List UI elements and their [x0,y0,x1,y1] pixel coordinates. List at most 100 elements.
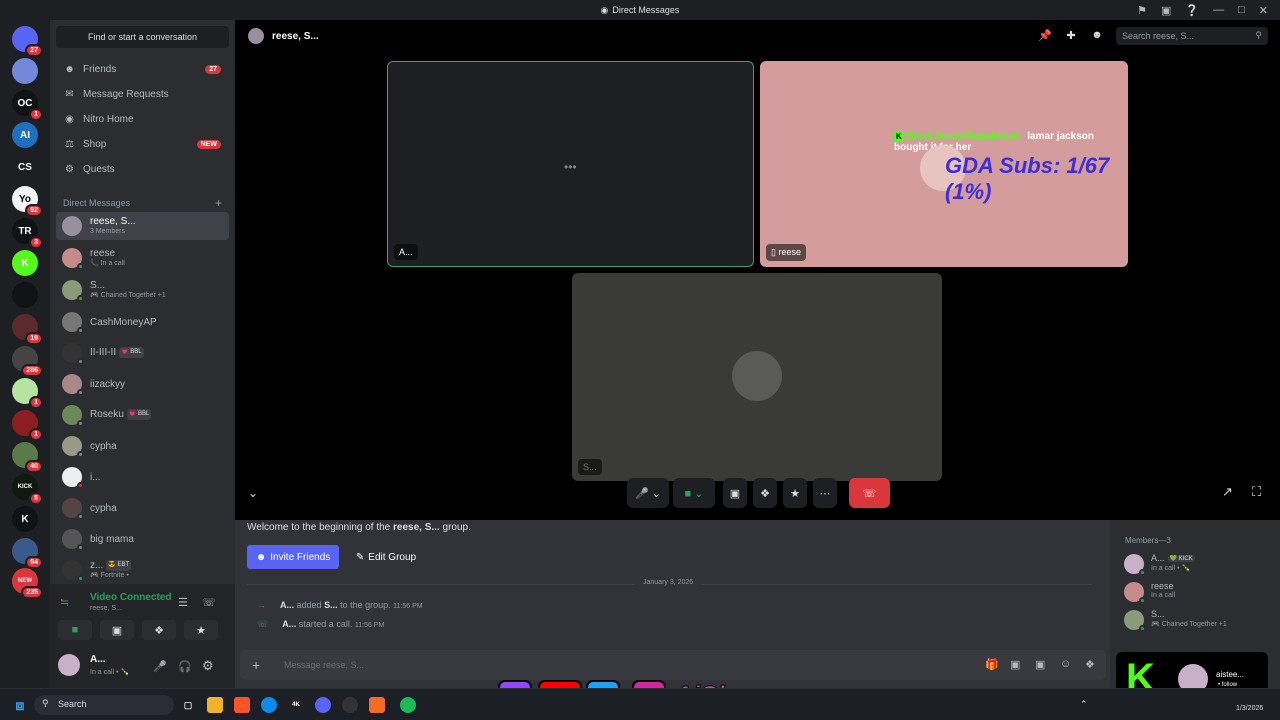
dm-item[interactable]: II-III-II 💗 BBL [56,339,229,367]
dm-item[interactable]: big mama [56,525,229,553]
screenshare-button[interactable]: ▣ [100,620,134,640]
video-tile-s[interactable]: S... [572,273,942,481]
app-4k-icon[interactable]: 4K [288,697,304,713]
nav-nitro[interactable]: ◉ Nitro Home [56,108,229,130]
inbox-icon[interactable]: ▣ [1161,4,1171,17]
camera-button[interactable]: ■ [58,620,92,640]
dm-item[interactable]: iizackyy [56,370,229,398]
dm-item[interactable]: Roseku 💗 BBL [56,401,229,429]
member-item[interactable]: S... 🎮 Chained Together +1 [1124,608,1269,632]
server-item[interactable]: CS [12,154,38,180]
flag-icon[interactable]: ⚑ [1137,4,1147,17]
soundboard-button[interactable]: ★ [184,620,218,640]
voice-channel[interactable]: reese, S... [90,605,122,612]
brave-icon[interactable] [234,697,250,713]
nav-mail[interactable]: ✉ Message Requests [56,83,229,105]
call-title[interactable]: reese, S... [272,31,319,42]
mic-toggle[interactable]: 🎤 ⌄ [627,478,669,508]
taskbar-search[interactable]: ⚲ Search [34,695,174,715]
tray-chevron-icon[interactable]: ⌃ [1080,699,1088,710]
dm-item[interactable]: CashMoneyAP [56,308,229,336]
end-call-button[interactable]: ☏ [849,478,890,508]
activity-button[interactable]: ❖ [142,620,176,640]
apps-icon[interactable]: ❖ [1085,658,1095,671]
member-list-icon[interactable]: ☻ [1090,29,1104,43]
gif-icon[interactable]: ▣ [1010,658,1020,671]
search-input[interactable]: Search reese, S... ⚲ [1116,27,1268,45]
member-item[interactable]: A... 💚 KICK In a call • 🍾 [1124,552,1269,576]
nav-friends[interactable]: ☻ Friends 27 [56,58,229,80]
nav-quests[interactable]: ⚙ Quests [56,158,229,180]
message-input[interactable]: + Message reese, S... 🎁 ▣ ▣ ☺ ❖ [240,650,1106,680]
app-taskbar-icon[interactable] [342,697,358,713]
server-item[interactable]: KICK 5 [12,474,43,505]
invite-friends-button[interactable]: ☻ Invite Friends [247,545,339,569]
gift-icon[interactable]: 🎁 [985,658,999,671]
more-options-button[interactable]: ⋯ [813,478,837,508]
dm-item[interactable]: cypha [56,494,229,522]
member-item[interactable]: reese In a call [1124,580,1269,604]
dm-item[interactable]: z... 😎 EBT 🎮 Fortnite • [56,556,229,584]
event-actor[interactable]: A... [280,600,294,610]
settings-icon[interactable]: ⚙ [202,658,214,674]
screenshare-control[interactable]: ▣ [723,478,747,508]
add-friends-icon[interactable]: ✚ [1064,29,1078,43]
fl-studio-icon[interactable] [369,697,385,713]
server-item[interactable] [12,282,38,308]
server-item[interactable]: K [12,250,38,276]
event-actor[interactable]: A... [282,619,296,629]
video-tile-self[interactable]: ••• A... [387,61,754,267]
dm-item[interactable]: cypha [56,432,229,460]
event-target[interactable]: S... [324,600,338,610]
activities-control[interactable]: ❖ [753,478,777,508]
server-item[interactable]: 1 [12,378,43,409]
find-conversation-button[interactable]: Find or start a conversation [56,26,229,48]
video-toggle[interactable]: ■ ⌄ [673,478,715,508]
server-item[interactable]: OC 1 [12,90,43,121]
server-item[interactable]: K [12,506,38,532]
popout-icon[interactable]: ↗ [1222,484,1233,500]
dm-item[interactable]: i... [56,463,229,491]
create-dm-icon[interactable]: + [215,196,222,210]
video-tile-reese[interactable]: K BlackJewishRepublican lamar jackson bo… [760,61,1128,267]
edit-group-button[interactable]: ✎ Edit Group [347,545,425,569]
soundboard-control[interactable]: ★ [783,478,807,508]
mail-icon: ✉ [65,88,74,100]
server-item[interactable]: 1 [12,410,43,441]
server-item[interactable] [12,58,38,84]
discord-taskbar-icon[interactable] [315,697,331,713]
minimize-button[interactable]: — [1213,4,1224,16]
task-view-icon[interactable]: ▢ [180,697,196,713]
edge-icon[interactable] [261,697,277,713]
sticker-icon[interactable]: ▣ [1035,658,1045,671]
file-explorer-icon[interactable] [207,697,223,713]
maximize-button[interactable]: □ [1238,4,1245,16]
server-item[interactable]: Yo 92 [12,186,43,217]
server-item[interactable]: 19 [12,314,43,345]
server-item[interactable]: 94 [12,538,43,569]
server-item[interactable]: TR 3 [12,218,43,249]
soundboard-icon[interactable]: ☰ [178,596,188,609]
close-button[interactable]: ✕ [1259,4,1268,17]
dm-item[interactable]: S... 🎮 Chained Together +1 [56,276,229,304]
server-item[interactable]: NEW 235 [12,568,43,599]
user-avatar[interactable] [58,654,80,676]
collapse-chevron-icon[interactable]: ⌄ [248,486,258,500]
dm-item[interactable]: reese 📞 In a call [56,244,229,272]
server-item[interactable]: 40 [12,442,43,473]
help-icon[interactable]: ❔ [1185,4,1199,17]
emoji-icon[interactable]: ☺ [1060,658,1071,670]
dm-item[interactable]: reese, S... 3 Members [56,212,229,240]
server-item[interactable]: AI [12,122,38,148]
headphones-icon[interactable]: 🎧 [178,660,192,673]
spotify-icon[interactable] [400,697,416,713]
attach-plus-icon[interactable]: + [252,657,260,673]
fullscreen-icon[interactable]: ⛶ [1252,484,1261,500]
nav-shop[interactable]: ⚖ Shop NEW [56,133,229,155]
server-item[interactable]: 286 [12,346,43,377]
disconnect-icon[interactable]: ☏ [202,596,216,609]
pin-icon[interactable]: 📌 [1038,29,1052,43]
mic-icon[interactable]: 🎤 [153,660,167,673]
windows-start-icon[interactable]: ⧈ [12,697,28,713]
server-item[interactable]: 27 [12,26,43,57]
